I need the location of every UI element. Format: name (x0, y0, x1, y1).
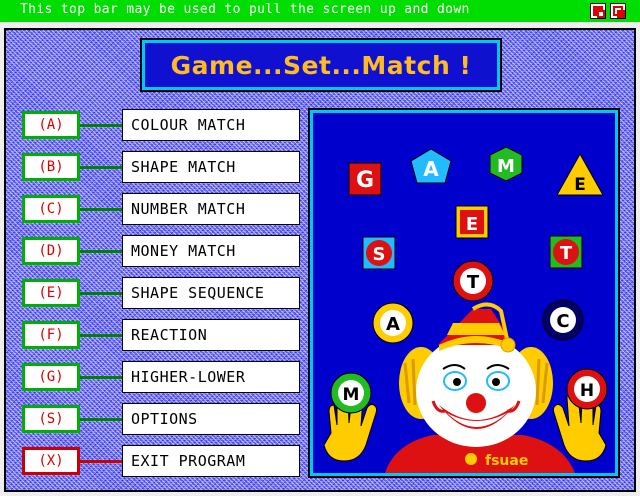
letter-a-pentagon: A (410, 148, 452, 184)
key-e-button[interactable]: (E) (22, 279, 80, 307)
letter-h: H (580, 381, 594, 401)
depth-front-icon[interactable] (610, 3, 626, 19)
letter-t-ball: T (452, 260, 494, 302)
shape-match-button[interactable]: SHAPE MATCH (122, 151, 300, 183)
letter-m-2: M (343, 385, 360, 405)
letter-g-tile: G (348, 162, 382, 196)
higher-lower-button[interactable]: HIGHER-LOWER (122, 361, 300, 393)
clown-juggling-illustration: G A M E E S T T A C fsuae M H (323, 146, 608, 473)
letter-g: G (356, 168, 374, 193)
credit-text: fsuae (485, 453, 528, 469)
letter-m-ball: M (330, 372, 372, 414)
key-c-button[interactable]: (C) (22, 195, 80, 223)
letter-a: A (423, 157, 439, 181)
exit-program-button[interactable]: EXIT PROGRAM (122, 445, 300, 477)
key-s-button[interactable]: (S) (22, 405, 80, 433)
drag-bar-text: This top bar may be used to pull the scr… (20, 2, 470, 17)
letter-e-triangle: E (556, 152, 604, 196)
letter-s: S (373, 244, 386, 265)
letter-a-2: A (386, 314, 400, 335)
screen-drag-bar[interactable]: This top bar may be used to pull the scr… (0, 0, 640, 22)
letter-c: C (556, 311, 569, 332)
connector-line (80, 460, 122, 463)
key-a-button[interactable]: (A) (22, 111, 80, 139)
key-x-button[interactable]: (X) (22, 447, 80, 475)
letter-e-tile: E (455, 205, 489, 239)
connector-line (80, 376, 122, 379)
letter-t: T (467, 272, 480, 293)
key-g-button[interactable]: (G) (22, 363, 80, 391)
clown-illustration-panel: G A M E E S T T A C fsuae M H (308, 108, 620, 478)
connector-line (80, 334, 122, 337)
letter-s-tile: S (362, 236, 396, 270)
letter-t-tile: T (549, 235, 583, 269)
key-d-button[interactable]: (D) (22, 237, 80, 265)
colour-match-button[interactable]: COLOUR MATCH (122, 109, 300, 141)
app-title: Game...Set...Match ! (170, 50, 472, 80)
letter-m-hexagon: M (489, 146, 523, 182)
connector-line (80, 166, 122, 169)
letter-h-ball: H (566, 368, 608, 410)
money-match-button[interactable]: MONEY MATCH (122, 235, 300, 267)
letter-e: E (574, 175, 586, 195)
connector-line (80, 292, 122, 295)
connector-line (80, 418, 122, 421)
reaction-button[interactable]: REACTION (122, 319, 300, 351)
options-button[interactable]: OPTIONS (122, 403, 300, 435)
app-title-box: Game...Set...Match ! (140, 38, 502, 92)
number-match-button[interactable]: NUMBER MATCH (122, 193, 300, 225)
letter-t-2: T (560, 243, 573, 264)
letter-m: M (497, 156, 515, 177)
letter-e-2: E (466, 214, 478, 235)
shape-sequence-button[interactable]: SHAPE SEQUENCE (122, 277, 300, 309)
key-f-button[interactable]: (F) (22, 321, 80, 349)
letter-c-ball: C (542, 299, 584, 341)
connector-line (80, 208, 122, 211)
depth-back-icon[interactable] (590, 3, 606, 19)
connector-line (80, 250, 122, 253)
key-b-button[interactable]: (B) (22, 153, 80, 181)
connector-line (80, 124, 122, 127)
letter-a-ball: A (372, 302, 414, 344)
